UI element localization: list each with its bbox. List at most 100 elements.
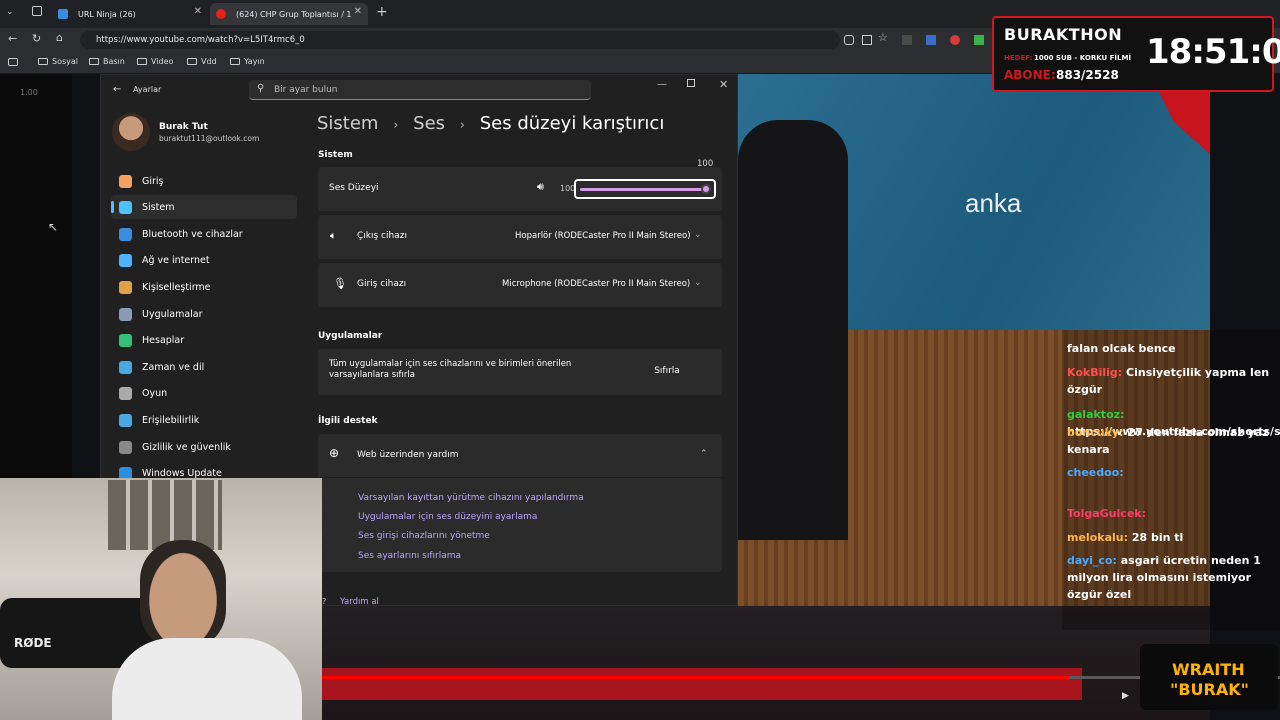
- breadcrumb-item[interactable]: Ses: [413, 113, 445, 134]
- help-link[interactable]: Uygulamalar için ses düzeyini ayarlama: [358, 512, 537, 522]
- apps-icon[interactable]: [862, 35, 872, 45]
- folder-icon: [137, 58, 147, 65]
- help-link[interactable]: Ses ayarlarını sıfırlama: [358, 551, 461, 561]
- refresh-icon[interactable]: ↻: [32, 32, 41, 45]
- input-label: Giriş cihazı: [357, 279, 407, 289]
- subs-label: ABONE:: [1004, 68, 1056, 82]
- tab-favicon-icon: [58, 9, 68, 19]
- bookmark-folder[interactable]: Basın: [89, 57, 125, 66]
- sidebar-item[interactable]: Giriş: [111, 169, 297, 193]
- chat-username: cheedoo:: [1067, 466, 1124, 479]
- extension-icon[interactable]: [902, 35, 912, 45]
- bookmark-folder[interactable]: Vdd: [187, 57, 217, 66]
- sidebar-item[interactable]: Ağ ve internet: [111, 248, 297, 272]
- sidebar-item[interactable]: Erişilebilirlik: [111, 408, 297, 432]
- reset-description: Tüm uygulamalar için ses cihazlarını ve …: [329, 359, 572, 380]
- webcam-frames-wall: [108, 480, 222, 550]
- new-tab-icon[interactable]: +: [376, 4, 388, 20]
- sidebar-item[interactable]: Zaman ve dil: [111, 355, 297, 379]
- sidebar-item-label: Bluetooth ve cihazlar: [142, 228, 243, 240]
- section-heading: İlgili destek: [318, 416, 378, 426]
- help-link[interactable]: Ses girişi cihazlarını yönetme: [358, 531, 490, 541]
- favorite-star-icon[interactable]: ☆: [878, 31, 888, 44]
- sidebar-item-label: Ağ ve internet: [142, 254, 210, 266]
- volume-tooltip: 100: [697, 159, 714, 169]
- back-icon[interactable]: ←: [8, 32, 17, 45]
- extension-icon[interactable]: [974, 35, 984, 45]
- reader-icon[interactable]: [844, 35, 854, 45]
- sidebar-item[interactable]: Oyun: [111, 381, 297, 405]
- video-progress-bar[interactable]: [322, 676, 1280, 679]
- tab-url-ninja[interactable]: URL Ninja (26) ✕: [52, 3, 208, 25]
- nav-icon: [119, 360, 132, 374]
- input-device-select[interactable]: Microphone (RODECaster Pro II Main Stere…: [494, 271, 712, 299]
- nav-icon: [119, 280, 132, 294]
- input-device-card: 🎙︎ Giriş cihazı Microphone (RODECaster P…: [318, 263, 722, 307]
- goal-label: HEDEF:: [1004, 54, 1033, 62]
- screen: ⌄ URL Ninja (26) ✕ (624) CHP Grup Toplan…: [0, 0, 1280, 720]
- chevron-right-icon: ›: [459, 118, 465, 133]
- bookmark-folder[interactable]: Yayın: [230, 57, 265, 66]
- bookmark-label: Video: [151, 57, 174, 66]
- tab-youtube[interactable]: (624) CHP Grup Toplantısı / 1 ✕: [210, 3, 368, 25]
- wraith-line1: WRAITH: [1172, 660, 1245, 679]
- web-help-title: Web üzerinden yardım: [357, 450, 459, 460]
- bookmark-folder[interactable]: Sosyal: [38, 57, 78, 66]
- url-field[interactable]: https://www.youtube.com/watch?v=L5IT4rmc…: [80, 31, 840, 49]
- chat-username: dayi_co:: [1067, 554, 1117, 567]
- output-device-select[interactable]: Hoparlör (RODECaster Pro II Main Stereo)…: [506, 223, 712, 251]
- sidebar-item-label: Giriş: [142, 175, 164, 187]
- chat-message: falan olcak bence: [1067, 340, 1272, 357]
- speaker-icon[interactable]: 🔊︎: [537, 180, 544, 194]
- video-timestamp: 1.00: [20, 88, 38, 97]
- bookmark-folder[interactable]: Video: [137, 57, 173, 66]
- close-tab-icon[interactable]: ✕: [354, 6, 362, 17]
- video-speaker-silhouette: [738, 120, 848, 540]
- close-tab-icon[interactable]: ✕: [194, 6, 202, 17]
- speaker-icon: 🔈︎: [330, 229, 337, 242]
- reading-list-icon[interactable]: [8, 58, 18, 66]
- slider-thumb[interactable]: [701, 184, 711, 194]
- sidebar-item-label: Zaman ve dil: [142, 361, 205, 373]
- section-heading: Sistem: [318, 150, 353, 160]
- extension-icon[interactable]: [950, 35, 960, 45]
- play-icon[interactable]: ▶: [1122, 691, 1129, 701]
- sidebar-item[interactable]: Gizlilik ve güvenlik: [111, 435, 297, 459]
- help-icon: ?: [322, 597, 327, 606]
- tab-title: URL Ninja (26): [78, 9, 136, 19]
- sidebar-item[interactable]: Bluetooth ve cihazlar: [111, 222, 297, 246]
- chat-message: dayi_co: asgari ücretin neden 1 milyon l…: [1067, 552, 1272, 603]
- help-link[interactable]: Varsayılan kayıttan yürütme cihazını yap…: [358, 493, 584, 503]
- webcam-feed: RØDE: [0, 478, 322, 720]
- tab-title: (624) CHP Grup Toplantısı / 1: [236, 9, 352, 19]
- tab-list-icon[interactable]: ⌄: [6, 7, 14, 17]
- volume-slider[interactable]: [574, 179, 716, 199]
- microphone-icon: 🎙︎: [333, 277, 347, 290]
- user-email: buraktut111@outlook.com: [159, 134, 260, 143]
- get-help-link[interactable]: Yardım al: [340, 597, 379, 607]
- workspaces-icon[interactable]: [32, 6, 42, 16]
- home-icon[interactable]: ⌂: [56, 31, 63, 44]
- bookmark-label: Yayın: [244, 57, 265, 66]
- nav-icon: [119, 227, 132, 241]
- maximize-icon[interactable]: [687, 79, 695, 87]
- sidebar-item[interactable]: Kişiselleştirme: [111, 275, 297, 299]
- bookmark-label: Sosyal: [52, 57, 78, 66]
- webcam-person-face: [140, 540, 226, 650]
- reset-button[interactable]: Sıfırla: [615, 360, 719, 384]
- chat-message: TolgaGulcek:: [1067, 505, 1272, 522]
- extension-icon[interactable]: [926, 35, 936, 45]
- sidebar-item[interactable]: Uygulamalar: [111, 302, 297, 326]
- close-icon[interactable]: ✕: [719, 78, 728, 91]
- breadcrumb-item[interactable]: Sistem: [317, 113, 378, 134]
- web-help-header[interactable]: ⊕ Web üzerinden yardım ⌃: [318, 434, 722, 478]
- minimize-icon[interactable]: —: [657, 79, 667, 90]
- sidebar-item[interactable]: Hesaplar: [111, 328, 297, 352]
- reset-card: Tüm uygulamalar için ses cihazlarını ve …: [318, 349, 722, 395]
- reset-button-label: Sıfırla: [654, 366, 680, 376]
- sidebar-item[interactable]: Sistem: [111, 195, 297, 219]
- chat-username: melokalu:: [1067, 531, 1128, 544]
- sidebar-item-label: Hesaplar: [142, 334, 185, 346]
- nav-icon: [119, 413, 132, 427]
- rode-logo: RØDE: [14, 636, 52, 650]
